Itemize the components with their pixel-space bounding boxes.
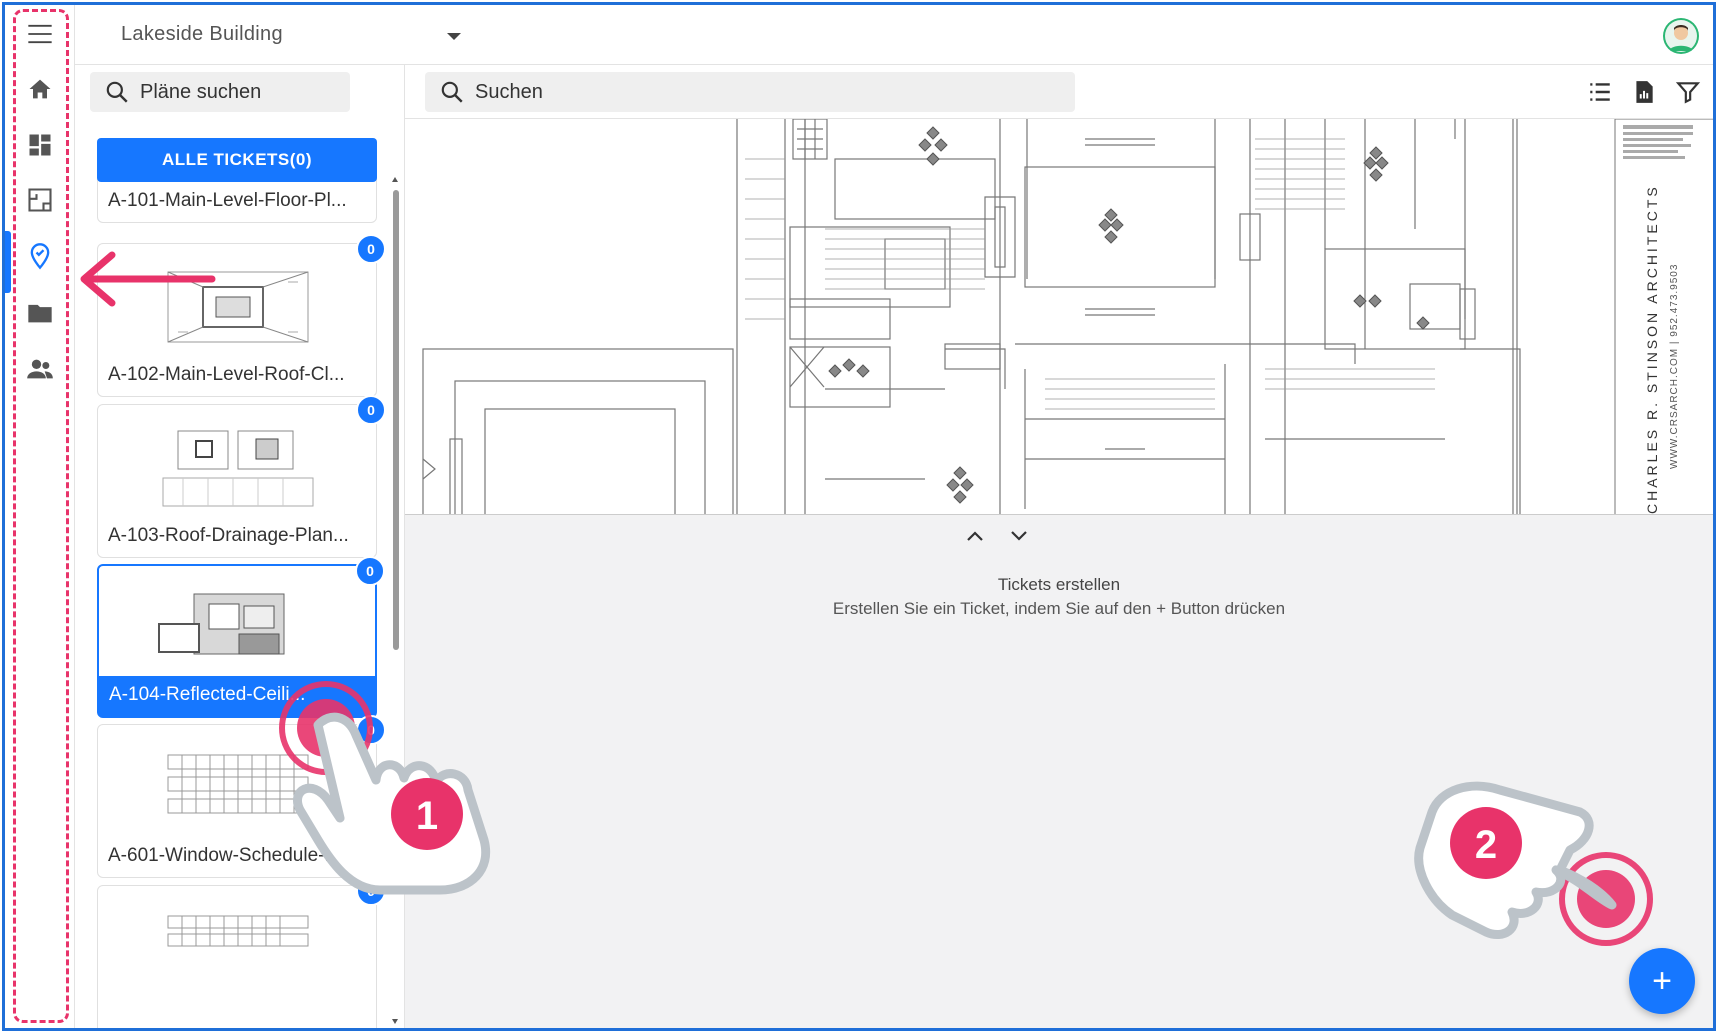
- plan-card-label: A-601-Window-Schedule-...: [108, 845, 341, 866]
- search-icon: [441, 81, 463, 103]
- plan-thumbnail: [167, 754, 309, 814]
- plan-thumbnail: [162, 430, 314, 507]
- nav-rail: [5, 5, 75, 1028]
- ticket-count-badge: 0: [355, 556, 385, 586]
- ticket-search-input[interactable]: Suchen: [425, 72, 1075, 112]
- project-title[interactable]: Lakeside Building: [121, 23, 283, 46]
- list-icon: [1590, 83, 1610, 101]
- plans-panel: Pläne suchen ALLE TICKETS(0) A-101-Main-…: [75, 65, 405, 1028]
- floor-plan-drawing: CHARLES R. STINSON ARCHITECTS WWW.CRSARC…: [422, 119, 1713, 514]
- list-view-button[interactable]: [1585, 77, 1615, 107]
- plan-card-label: A-102-Main-Level-Roof-Cl...: [108, 364, 345, 385]
- add-ticket-button[interactable]: +: [1629, 948, 1695, 1014]
- plan-thumbnail: [167, 271, 309, 343]
- filter-icon: [1675, 82, 1701, 104]
- scroll-up-arrow[interactable]: [392, 177, 398, 182]
- search-icon: [106, 81, 128, 103]
- scroll-down-arrow[interactable]: [392, 1019, 398, 1024]
- plan-card-label: A-101-Main-Level-Floor-Pl...: [108, 190, 347, 211]
- plan-card[interactable]: A-601-Window-Schedule-... 0: [97, 715, 386, 878]
- expand-up-icon[interactable]: [965, 529, 985, 543]
- plan-card[interactable]: A-102-Main-Level-Roof-Cl... 0: [97, 234, 386, 397]
- plan-card[interactable]: A-103-Roof-Drainage-Plan... 0: [97, 395, 386, 558]
- plan-card[interactable]: 0: [97, 876, 386, 1028]
- plan-viewer[interactable]: CHARLES R. STINSON ARCHITECTS WWW.CRSARC…: [405, 119, 1713, 515]
- filter-button[interactable]: [1673, 77, 1703, 107]
- app-window: Lakeside Building Pläne suchen ALLE TICK…: [2, 2, 1716, 1031]
- top-header: Lakeside Building: [75, 5, 1713, 65]
- main-toolbar: Suchen: [405, 65, 1713, 119]
- collapse-down-icon[interactable]: [1009, 529, 1029, 543]
- ticket-count-badge: 0: [356, 234, 386, 264]
- plan-card-label: A-103-Roof-Drainage-Plan...: [108, 525, 349, 546]
- report-button[interactable]: [1629, 77, 1659, 107]
- report-icon: [1636, 81, 1653, 103]
- ticket-search-placeholder: Suchen: [475, 80, 543, 103]
- drawing-firm-name: CHARLES R. STINSON ARCHITECTS: [1644, 184, 1660, 514]
- plans-search-input[interactable]: Pläne suchen: [90, 72, 350, 112]
- plan-card-label: A-104-Reflected-Ceili...: [99, 676, 375, 716]
- drawing-firm-contact: WWW.CRSARCH.COM | 952.473.9503: [1669, 264, 1680, 469]
- ticket-count-badge: 0: [356, 715, 386, 745]
- plan-thumbnail: [158, 593, 285, 655]
- plans-scrollbar[interactable]: [393, 190, 399, 650]
- main-area: Suchen CHARLES R. STINSON ARCHITECTS WWW…: [405, 65, 1713, 1028]
- plan-card-selected[interactable]: A-104-Reflected-Ceili... 0: [97, 556, 385, 718]
- active-indicator: [5, 231, 11, 293]
- plans-search-placeholder: Pläne suchen: [140, 80, 262, 103]
- ticket-count-badge: 0: [356, 395, 386, 425]
- annotation-rail-highlight: [13, 9, 69, 1023]
- project-dropdown-icon[interactable]: [447, 33, 461, 40]
- empty-state-title: Tickets erstellen: [997, 575, 1121, 594]
- ticket-count-badge: 0: [356, 876, 386, 906]
- all-tickets-button[interactable]: ALLE TICKETS(0): [97, 138, 377, 182]
- avatar[interactable]: [1663, 18, 1699, 54]
- empty-state-subtitle: Erstellen Sie ein Ticket, indem Sie auf …: [832, 599, 1286, 618]
- plan-thumbnail: [167, 915, 309, 947]
